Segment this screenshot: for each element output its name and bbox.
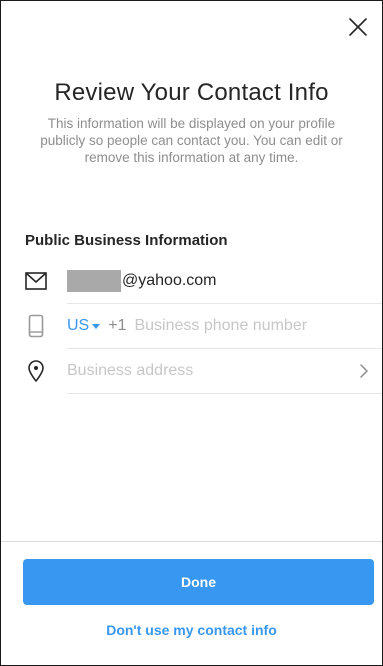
country-code-selector[interactable]: US — [67, 317, 101, 335]
phone-icon — [24, 314, 48, 338]
redacted-username — [67, 270, 121, 292]
phone-number-input[interactable] — [134, 317, 335, 335]
footer-divider — [1, 541, 382, 542]
country-code-label: US — [67, 317, 90, 334]
done-button[interactable]: Done — [23, 559, 374, 605]
close-icon — [349, 18, 367, 36]
email-domain: @yahoo.com — [122, 272, 217, 289]
location-pin-icon — [24, 359, 48, 383]
contact-info-screen: Review Your Contact Info This informatio… — [0, 0, 383, 666]
mail-icon — [24, 269, 48, 293]
caret-down-icon — [92, 323, 101, 329]
divider — [67, 393, 382, 394]
phone-row: US +1 — [1, 303, 382, 349]
dial-code: +1 — [108, 317, 127, 334]
page-subtitle: This information will be displayed on yo… — [40, 116, 343, 165]
section-heading: Public Business Information — [25, 232, 228, 249]
address-row[interactable]: Business address — [1, 348, 382, 394]
skip-contact-info-link[interactable]: Don't use my contact info — [1, 622, 382, 638]
chevron-right-icon — [360, 364, 368, 378]
close-button[interactable] — [346, 15, 370, 39]
email-row[interactable]: @yahoo.com — [1, 258, 382, 304]
page-title: Review Your Contact Info — [54, 79, 329, 106]
phone-field-group: US +1 — [67, 317, 335, 335]
email-field[interactable]: @yahoo.com — [67, 270, 217, 292]
address-field[interactable]: Business address — [67, 362, 193, 380]
